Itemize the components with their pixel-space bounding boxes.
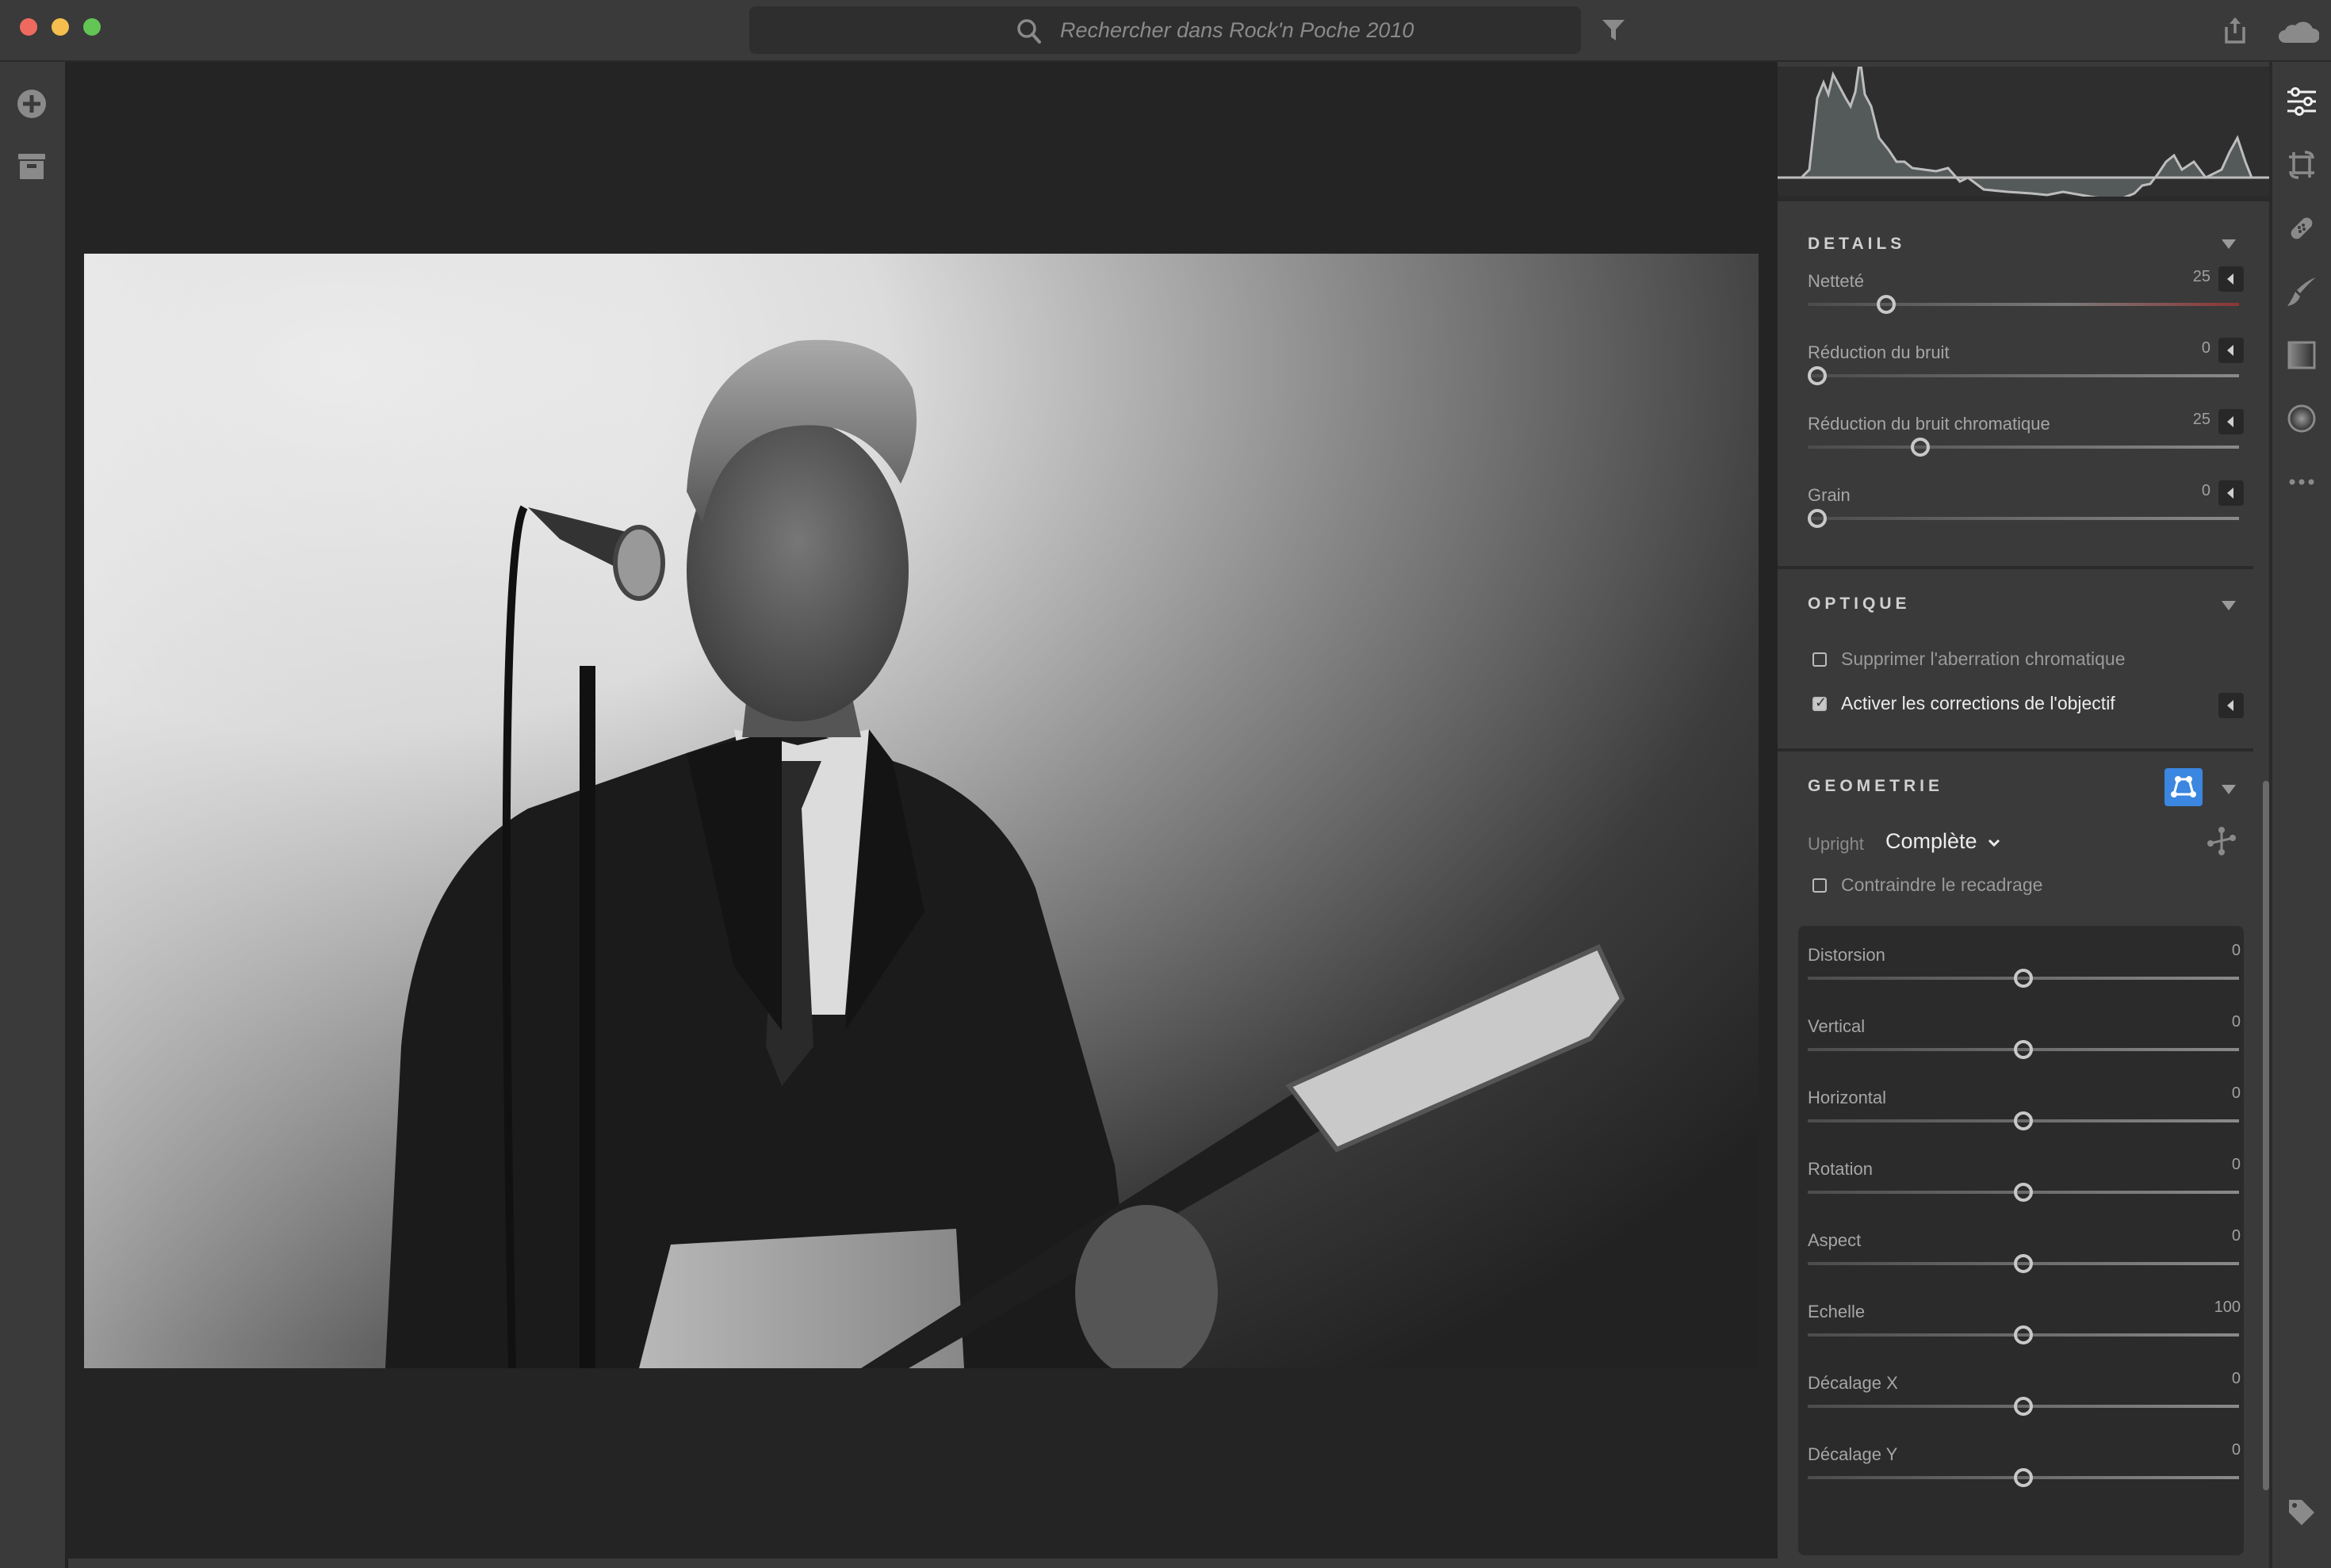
zoom-window-button[interactable]	[83, 18, 101, 36]
more-icon[interactable]	[2286, 466, 2318, 498]
edit-sliders-icon[interactable]	[2286, 86, 2318, 117]
geometry-slider-value[interactable]: 0	[2193, 942, 2241, 960]
photo-image	[84, 254, 1759, 1368]
upright-tool-icon[interactable]	[2206, 825, 2237, 857]
cloud-icon[interactable]	[2278, 16, 2319, 44]
slider-thumb[interactable]	[2011, 1183, 2036, 1202]
slider-thumb[interactable]	[1873, 295, 1899, 314]
section-divider	[1778, 566, 2253, 569]
radial-gradient-icon[interactable]	[2286, 403, 2318, 434]
microphone	[613, 525, 665, 601]
geometry-slider-label: Décalage Y	[1808, 1444, 1898, 1464]
histogram-curve	[1778, 62, 2269, 201]
share-icon[interactable]	[2223, 16, 2247, 44]
slider-thumb[interactable]	[2011, 1254, 2036, 1273]
section-title-details: DETAILS	[1808, 235, 1906, 253]
slider-expand-button[interactable]	[2218, 480, 2244, 506]
edit-panel: DETAILS OPTIQUE Supprimer l'aberration c…	[1778, 62, 2269, 1568]
slider-thumb[interactable]	[2011, 1468, 2036, 1487]
guided-upright-icon	[2171, 776, 2196, 797]
lens-corrections-label: Activer les corrections de l'objectif	[1841, 693, 2115, 713]
slider-thumb[interactable]	[2011, 1397, 2036, 1416]
histogram-graph	[1778, 62, 2269, 201]
slider-thumb[interactable]	[1805, 509, 1830, 528]
upright-value: Complète	[1885, 829, 1977, 853]
details-slider-label: Netteté	[1808, 271, 1864, 291]
slider-thumb[interactable]	[1908, 438, 1933, 457]
crop-rotate-icon[interactable]	[2286, 149, 2318, 181]
remove-chromatic-aberration-label: Supprimer l'aberration chromatique	[1841, 648, 2126, 669]
guided-upright-button[interactable]	[2164, 768, 2203, 806]
slider-track[interactable]	[1808, 446, 2239, 449]
add-photos-icon[interactable]	[16, 88, 48, 120]
filter-icon[interactable]	[1602, 19, 1625, 41]
filmstrip-edge	[68, 1558, 1778, 1568]
geometry-slider-label: Echelle	[1808, 1302, 1866, 1321]
slider-expand-button[interactable]	[2218, 409, 2244, 434]
search-placeholder: Rechercher dans Rock'n Poche 2010	[1060, 18, 1414, 42]
details-slider-value[interactable]: 0	[2163, 339, 2210, 358]
geometry-slider-label: Rotation	[1808, 1159, 1873, 1179]
geometry-slider-label: Aspect	[1808, 1230, 1862, 1250]
geometry-slider-label: Décalage X	[1808, 1373, 1898, 1393]
constrain-crop-label: Contraindre le recadrage	[1841, 874, 2043, 895]
linear-gradient-icon[interactable]	[2286, 339, 2318, 371]
search-input[interactable]: Rechercher dans Rock'n Poche 2010	[749, 6, 1581, 54]
lens-corrections-checkbox[interactable]	[1812, 694, 1827, 711]
slider-thumb[interactable]	[1805, 366, 1830, 385]
mic-stand	[580, 666, 595, 1368]
slider-thumb[interactable]	[2011, 1111, 2036, 1130]
constrain-crop-checkbox[interactable]	[1812, 878, 1827, 893]
details-slider-value[interactable]: 25	[2163, 268, 2210, 286]
details-slider-label: Réduction du bruit	[1808, 342, 1950, 362]
title-bar: Rechercher dans Rock'n Poche 2010	[0, 0, 2331, 62]
geometry-slider-value[interactable]: 0	[2193, 1013, 2241, 1031]
geometry-slider-value[interactable]: 0	[2193, 1441, 2241, 1459]
search-icon	[1017, 19, 1041, 44]
upright-label: Upright	[1808, 834, 1864, 854]
remove-chromatic-aberration-checkbox[interactable]	[1812, 652, 1827, 667]
slider-expand-button[interactable]	[2218, 266, 2244, 292]
geometry-slider-value[interactable]: 0	[2193, 1084, 2241, 1103]
histogram	[1778, 62, 2269, 201]
healing-icon[interactable]	[2286, 212, 2318, 244]
details-slider-value[interactable]: 0	[2163, 482, 2210, 500]
chevron-down-icon[interactable]	[2222, 239, 2236, 249]
archive-icon[interactable]	[16, 151, 48, 182]
details-slider-label: Grain	[1808, 485, 1851, 505]
slider-track[interactable]	[1808, 303, 2239, 306]
brush-icon[interactable]	[2286, 276, 2318, 308]
chevron-down-icon[interactable]	[2222, 785, 2236, 794]
geometry-slider-value[interactable]: 100	[2193, 1298, 2241, 1317]
slider-thumb[interactable]	[2011, 1325, 2036, 1344]
geometry-slider-value[interactable]: 0	[2193, 1156, 2241, 1174]
slider-thumb[interactable]	[2011, 969, 2036, 988]
upright-dropdown[interactable]: Complète	[1885, 829, 2000, 854]
panel-scrollbar[interactable]	[2263, 781, 2269, 1490]
lens-corrections-expand-button[interactable]	[2218, 693, 2244, 718]
chevron-down-icon[interactable]	[2222, 601, 2236, 610]
close-window-button[interactable]	[20, 18, 37, 36]
photo-preview[interactable]	[84, 254, 1759, 1368]
details-slider-value[interactable]: 25	[2163, 411, 2210, 429]
slider-thumb[interactable]	[2011, 1040, 2036, 1059]
minimize-window-button[interactable]	[52, 18, 69, 36]
geometry-slider-label: Distorsion	[1808, 945, 1885, 965]
geometry-slider-value[interactable]: 0	[2193, 1227, 2241, 1245]
geometry-slider-label: Vertical	[1808, 1016, 1866, 1036]
details-slider-label: Réduction du bruit chromatique	[1808, 414, 2050, 434]
chevron-down-icon	[1988, 839, 2000, 847]
section-title-geometrie: GEOMETRIE	[1808, 777, 1944, 795]
slider-track[interactable]	[1808, 374, 2239, 377]
tool-rail	[2272, 62, 2331, 1568]
slider-track[interactable]	[1808, 517, 2239, 520]
slider-expand-button[interactable]	[2218, 338, 2244, 363]
geometry-slider-value[interactable]: 0	[2193, 1370, 2241, 1388]
geometry-slider-label: Horizontal	[1808, 1088, 1887, 1107]
section-divider	[1778, 748, 2253, 751]
left-sidebar	[0, 62, 65, 1568]
tag-icon[interactable]	[2286, 1497, 2318, 1528]
section-title-optique: OPTIQUE	[1808, 595, 1911, 613]
